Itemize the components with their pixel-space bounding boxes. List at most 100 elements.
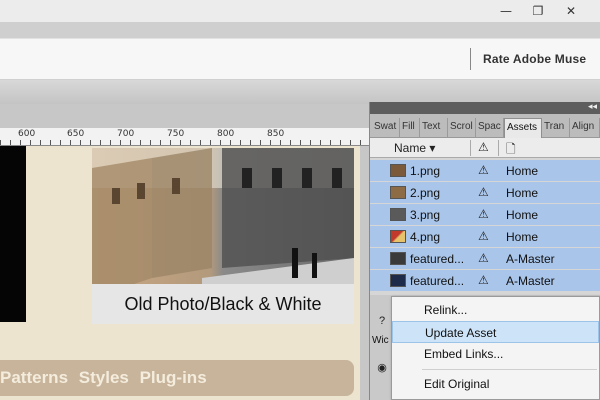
ruler-label: 850 xyxy=(267,129,285,139)
panel-tabs: Swat Fill Text Scrol Spac Assets Tran Al… xyxy=(370,114,600,138)
page-column-icon[interactable]: 🗋 xyxy=(506,140,516,161)
nav-item-styles[interactable]: Styles xyxy=(79,368,129,387)
nav-item-plugins[interactable]: Plug-ins xyxy=(140,368,207,387)
ruler-tick xyxy=(90,140,91,145)
asset-page: Home xyxy=(506,208,539,222)
asset-thumbnail xyxy=(390,164,406,177)
asset-thumbnail xyxy=(390,208,406,221)
ruler-tick xyxy=(110,140,111,145)
minimize-icon: — xyxy=(500,4,512,18)
ruler-tick xyxy=(160,140,161,145)
warning-icon: ⚠ xyxy=(478,229,489,243)
ruler-label: 700 xyxy=(117,129,135,139)
dark-image-block[interactable] xyxy=(0,146,26,322)
asset-name: 4.png xyxy=(410,230,441,244)
assets-column-header: Name ▾ ⚠ 🗋 xyxy=(370,138,600,158)
asset-page: Home xyxy=(506,164,539,178)
tab-spacing[interactable]: Spac xyxy=(476,118,504,138)
ruler-tick xyxy=(310,140,311,145)
asset-thumbnail xyxy=(390,230,406,243)
rate-adobe-muse-link[interactable]: Rate Adobe Muse xyxy=(483,52,586,66)
ruler-tick xyxy=(210,140,211,145)
asset-page: A-Master xyxy=(506,274,555,288)
asset-row[interactable]: 4.png ⚠ Home xyxy=(370,226,600,248)
warning-icon: ⚠ xyxy=(478,185,489,199)
asset-context-menu: Relink... Update Asset Embed Links... Ed… xyxy=(391,296,600,400)
close-icon: ✕ xyxy=(565,4,577,18)
sort-down-icon: ▾ xyxy=(429,141,436,155)
ruler-tick xyxy=(0,140,1,145)
ruler-tick xyxy=(150,140,151,145)
warning-icon: ⚠ xyxy=(478,273,489,287)
ruler-tick xyxy=(180,140,181,145)
toolbar-strip xyxy=(0,80,600,104)
nav-item-patterns[interactable]: Patterns xyxy=(0,368,68,387)
asset-row[interactable]: 3.png ⚠ Home xyxy=(370,204,600,226)
ruler-tick xyxy=(230,140,231,145)
old-photo-image[interactable]: Old Photo/Black & White xyxy=(92,148,354,324)
tab-text[interactable]: Text xyxy=(420,118,448,138)
ruler-tick xyxy=(80,140,81,145)
minimize-button[interactable]: — xyxy=(489,0,523,22)
asset-row[interactable]: featured... ⚠ A-Master xyxy=(370,248,600,270)
asset-row[interactable]: 1.png ⚠ Home xyxy=(370,160,600,182)
ruler-tick xyxy=(360,140,361,145)
ruler-tick xyxy=(280,140,281,145)
tab-fill[interactable]: Fill xyxy=(400,118,420,138)
asset-row[interactable]: 2.png ⚠ Home xyxy=(370,182,600,204)
name-column-header[interactable]: Name ▾ xyxy=(394,141,435,155)
tab-assets[interactable]: Assets xyxy=(504,118,542,138)
design-canvas[interactable]: 600 650 700 750 800 850 Old Photo/Black … xyxy=(0,104,370,400)
site-nav-bar: Patterns Styles Plug-ins xyxy=(0,360,354,396)
asset-name: featured... xyxy=(410,252,465,266)
ruler-tick xyxy=(60,140,61,145)
menubar-divider xyxy=(470,48,471,70)
asset-thumbnail xyxy=(390,252,406,265)
asset-row[interactable]: featured... ⚠ A-Master xyxy=(370,270,600,292)
eye-icon[interactable]: ◉ xyxy=(374,361,390,377)
ruler-tick xyxy=(220,140,221,145)
ruler-tick xyxy=(250,140,251,145)
menu-item-relink[interactable]: Relink... xyxy=(392,299,599,321)
help-icon[interactable]: ? xyxy=(374,315,390,331)
warning-icon: ⚠ xyxy=(478,163,489,177)
collapse-panel-icon[interactable]: ◂◂ xyxy=(588,101,597,112)
menu-bar: Rate Adobe Muse xyxy=(0,38,600,80)
tab-align[interactable]: Align xyxy=(570,118,600,138)
ruler-tick xyxy=(140,140,141,145)
asset-page: A-Master xyxy=(506,252,555,266)
menu-item-embed-links[interactable]: Embed Links... xyxy=(392,343,599,365)
ruler-label: 650 xyxy=(67,129,85,139)
warning-icon: ⚠ xyxy=(478,251,489,265)
asset-name: 2.png xyxy=(410,186,441,200)
ruler-tick xyxy=(190,140,191,145)
menu-separator xyxy=(422,369,597,370)
ruler-tick xyxy=(320,140,321,145)
asset-name: 1.png xyxy=(410,164,441,178)
restore-button[interactable]: ❐ xyxy=(521,0,555,22)
ruler-tick xyxy=(260,140,261,145)
menu-item-update-asset[interactable]: Update Asset xyxy=(392,321,599,343)
asset-page: Home xyxy=(506,230,539,244)
ruler-tick xyxy=(330,140,331,145)
tab-scroll[interactable]: Scrol xyxy=(448,118,476,138)
asset-page: Home xyxy=(506,186,539,200)
panel-header: ◂◂ xyxy=(370,101,600,114)
restore-icon: ❐ xyxy=(532,4,544,18)
ruler-tick xyxy=(40,140,41,145)
warning-column-icon[interactable]: ⚠ xyxy=(478,140,489,154)
ruler-tick xyxy=(130,140,131,145)
assets-list: 1.png ⚠ Home 2.png ⚠ Home 3.png ⚠ Home 4… xyxy=(370,160,600,292)
warning-icon: ⚠ xyxy=(478,207,489,221)
tab-transform[interactable]: Tran xyxy=(542,118,570,138)
horizontal-ruler[interactable]: 600 650 700 750 800 850 xyxy=(0,128,370,146)
menu-item-edit-original[interactable]: Edit Original xyxy=(392,373,599,395)
ruler-tick xyxy=(120,140,121,145)
close-button[interactable]: ✕ xyxy=(554,0,588,22)
ruler-tick xyxy=(50,140,51,145)
ruler-tick xyxy=(290,140,291,145)
asset-thumbnail xyxy=(390,186,406,199)
widgets-panel-label[interactable]: Wic xyxy=(372,335,389,346)
ruler-tick xyxy=(350,140,351,145)
tab-swatches[interactable]: Swat xyxy=(372,118,400,138)
